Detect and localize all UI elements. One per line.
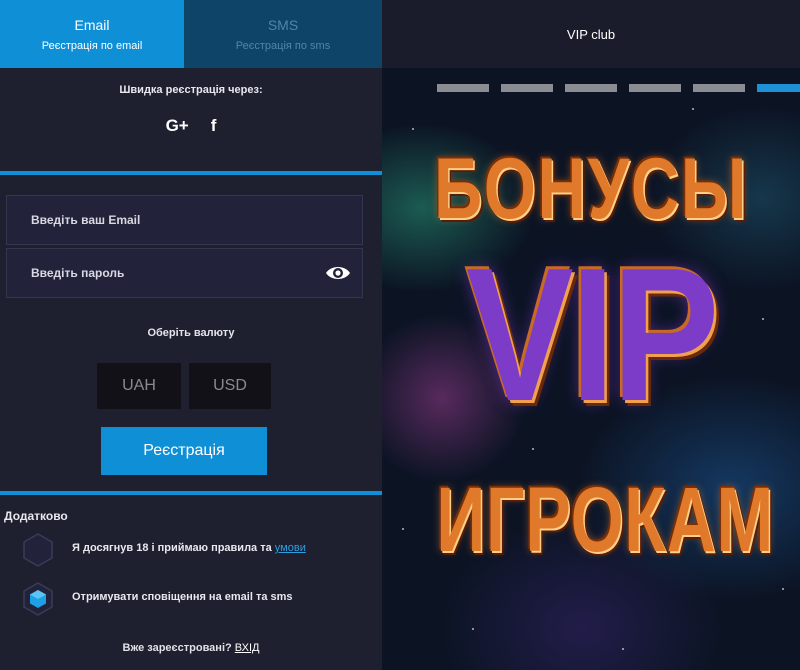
divider [0, 171, 382, 175]
register-button[interactable]: Реєстрація [101, 427, 267, 475]
slide-indicator[interactable] [565, 84, 617, 92]
email-field[interactable]: Введіть ваш Email [6, 195, 363, 245]
tab-email[interactable]: Email Реєстрація по email [0, 0, 184, 68]
divider [0, 491, 382, 495]
tab-email-subtitle: Реєстрація по email [41, 39, 143, 52]
star [472, 628, 474, 630]
tab-email-title: Email [74, 16, 110, 33]
currency-usd-button[interactable]: USD [189, 363, 271, 409]
banner-line-vip: VIP [465, 229, 720, 441]
slide-indicator[interactable] [501, 84, 553, 92]
currency-uah-button[interactable]: UAH [97, 363, 181, 409]
star [402, 528, 404, 530]
slider-indicators [437, 84, 800, 92]
eye-icon[interactable] [324, 261, 352, 285]
terms-checkbox-hexagon-icon[interactable] [20, 532, 56, 568]
password-placeholder: Введіть пароль [31, 266, 125, 280]
slide-indicator[interactable] [437, 84, 489, 92]
registration-panel: Email Реєстрація по email SMS Реєстрація… [0, 0, 382, 670]
notifications-text: Отримувати сповіщення на email та sms [72, 591, 293, 603]
tab-sms[interactable]: SMS Реєстрація по sms [184, 0, 382, 68]
slide-indicator[interactable] [693, 84, 745, 92]
google-plus-icon[interactable]: G+ [166, 116, 189, 136]
login-line: Вже зареєстровані? ВХІД [0, 642, 382, 654]
facebook-icon[interactable]: f [211, 116, 217, 136]
currency-label: Оберіть валюту [147, 327, 235, 339]
social-login-row: G+ f [0, 116, 382, 136]
banner-line-bonuses: БОНУСЫ [433, 141, 749, 237]
star [622, 648, 624, 650]
star [782, 588, 784, 590]
terms-text: Я досягнув 18 і приймаю правила та умови [72, 542, 306, 554]
right-header: VIP club [382, 0, 800, 68]
login-question: Вже зареєстровані? [122, 642, 235, 654]
notifications-checkbox-hexagon-icon[interactable] [20, 581, 56, 617]
email-placeholder: Введіть ваш Email [31, 213, 141, 227]
tab-sms-title: SMS [267, 16, 299, 33]
star [532, 448, 534, 450]
login-link[interactable]: ВХІД [235, 642, 260, 654]
vip-banner: БОНУСЫ VIP ИГРОКАМ [382, 68, 800, 670]
quick-registration-label: Швидка реєстрація через: [119, 84, 263, 96]
extra-section-title: Додатково [4, 509, 68, 523]
tab-sms-subtitle: Реєстрація по sms [235, 39, 331, 52]
password-field[interactable]: Введіть пароль [6, 248, 363, 298]
star [412, 128, 414, 130]
banner-line-players: ИГРОКАМ [436, 469, 774, 571]
vip-club-title: VIP club [566, 26, 616, 42]
terms-link[interactable]: умови [275, 542, 306, 554]
terms-label: Я досягнув 18 і приймаю правила та [72, 542, 275, 554]
slide-indicator[interactable] [629, 84, 681, 92]
registration-tabs: Email Реєстрація по email SMS Реєстрація… [0, 0, 382, 68]
star [692, 108, 694, 110]
slide-indicator-active[interactable] [757, 84, 800, 92]
